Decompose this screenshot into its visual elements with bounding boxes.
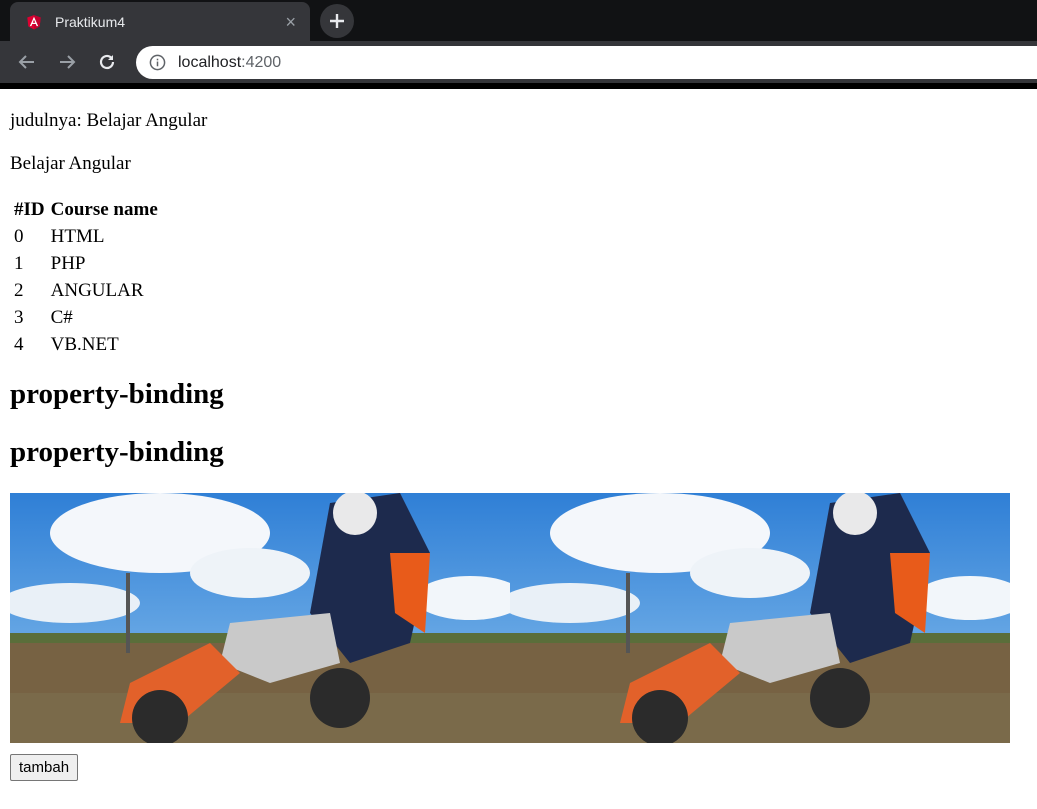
heading-property-binding-2: property-binding bbox=[10, 436, 224, 468]
forward-button[interactable] bbox=[54, 49, 80, 75]
angular-logo-icon bbox=[27, 14, 41, 30]
new-tab-button[interactable] bbox=[320, 4, 354, 38]
cell-course: HTML bbox=[50, 225, 105, 247]
cell-course: ANGULAR bbox=[50, 279, 144, 301]
address-bar[interactable]: localhost:4200 bbox=[136, 46, 1037, 79]
tab-strip: Praktikum4 × bbox=[0, 0, 1037, 41]
table-row: 4 VB.NET bbox=[12, 332, 160, 357]
url-text: localhost:4200 bbox=[178, 54, 281, 72]
url-host: localhost bbox=[178, 53, 242, 71]
title-line: judulnya: Belajar Angular bbox=[10, 110, 208, 131]
cell-id: 0 bbox=[14, 225, 24, 247]
table-row: 1 PHP bbox=[12, 251, 160, 276]
info-icon[interactable] bbox=[149, 54, 166, 71]
cell-id: 4 bbox=[14, 333, 24, 355]
heading-property-binding: property-binding bbox=[10, 378, 224, 410]
plus-icon bbox=[330, 14, 344, 28]
motocross-photo-icon bbox=[10, 493, 510, 743]
reload-icon bbox=[99, 54, 115, 70]
cell-id: 2 bbox=[14, 279, 24, 301]
table-header-row: #ID Course name bbox=[12, 198, 160, 222]
table-row: 3 C# bbox=[12, 305, 160, 330]
reload-button[interactable] bbox=[94, 49, 120, 75]
arrow-right-icon bbox=[60, 55, 76, 69]
tambah-button[interactable]: tambah bbox=[10, 754, 79, 781]
table-row: 2 ANGULAR bbox=[12, 278, 160, 303]
subtitle-line: Belajar Angular bbox=[10, 153, 131, 174]
tab-title: Praktikum4 bbox=[55, 13, 126, 30]
page-content: judulnya: Belajar Angular Belajar Angula… bbox=[0, 89, 1037, 781]
back-button[interactable] bbox=[14, 49, 40, 75]
close-icon[interactable]: × bbox=[285, 13, 296, 31]
column-header-course: Course name bbox=[50, 199, 158, 220]
cell-course: VB.NET bbox=[50, 333, 119, 355]
cell-id: 3 bbox=[14, 306, 24, 328]
course-table: #ID Course name 0 HTML 1 PHP 2 ANGULAR 3… bbox=[10, 196, 162, 359]
arrow-left-icon bbox=[18, 55, 34, 69]
browser-tab[interactable]: Praktikum4 × bbox=[10, 2, 310, 41]
url-port: :4200 bbox=[241, 53, 282, 71]
cell-course: PHP bbox=[50, 252, 86, 274]
image-row bbox=[10, 493, 1010, 743]
motocross-photo-icon bbox=[510, 493, 1010, 743]
cell-course: C# bbox=[50, 306, 73, 328]
column-header-id: #ID bbox=[14, 199, 45, 220]
browser-toolbar: localhost:4200 bbox=[0, 41, 1037, 89]
cell-id: 1 bbox=[14, 252, 24, 274]
table-row: 0 HTML bbox=[12, 224, 160, 249]
browser-chrome: Praktikum4 × localhost:4200 bbox=[0, 0, 1037, 89]
